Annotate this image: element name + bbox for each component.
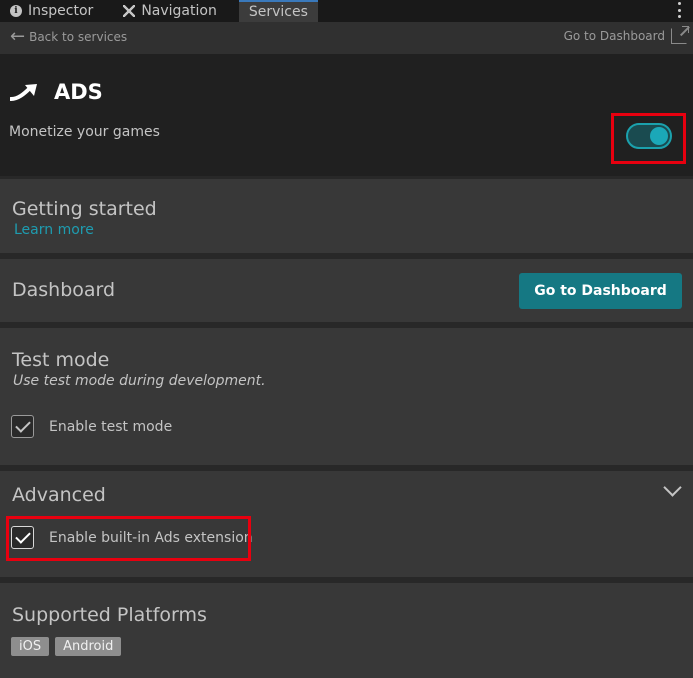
tab-inspector-label: Inspector <box>28 3 94 19</box>
service-topbar: ← Back to services Go to Dashboard <box>0 22 693 54</box>
navigation-icon <box>123 5 136 17</box>
supported-platforms-section: Supported Platforms iOS Android <box>0 583 693 678</box>
tab-navigation-label: Navigation <box>141 3 217 19</box>
service-header: ADS Monetize your games <box>0 54 693 176</box>
tab-services[interactable]: Services <box>238 0 318 22</box>
tab-navigation[interactable]: Navigation <box>113 0 227 22</box>
enable-test-mode-label: Enable test mode <box>49 418 173 435</box>
arrow-left-icon: ← <box>10 26 26 47</box>
getting-started-title: Getting started <box>12 198 157 220</box>
enable-test-mode-row[interactable]: Enable test mode <box>11 415 172 438</box>
learn-more-link[interactable]: Learn more <box>14 222 94 238</box>
go-to-dashboard-button[interactable]: Go to Dashboard <box>519 273 682 309</box>
test-mode-subtitle: Use test mode during development. <box>13 373 266 389</box>
chevron-down-icon[interactable] <box>663 478 682 497</box>
info-icon: i <box>10 5 22 17</box>
go-to-dashboard-link-label: Go to Dashboard <box>563 29 665 43</box>
dashboard-section: Dashboard Go to Dashboard <box>0 259 693 322</box>
tab-inspector[interactable]: i Inspector <box>0 0 103 22</box>
service-subtitle: Monetize your games <box>9 124 160 140</box>
back-to-services-link[interactable]: ← Back to services <box>10 28 127 46</box>
enable-test-mode-checkbox[interactable] <box>11 415 34 438</box>
toggle-highlight-box <box>611 113 686 164</box>
platform-badges: iOS Android <box>11 637 123 656</box>
platform-badge-ios: iOS <box>11 637 50 656</box>
platform-badge-android: Android <box>55 637 122 656</box>
back-label: Back to services <box>29 30 128 44</box>
more-options-icon[interactable] <box>677 2 681 18</box>
dashboard-title: Dashboard <box>12 279 116 301</box>
advanced-title: Advanced <box>12 484 106 506</box>
ads-logo-icon <box>10 84 37 101</box>
go-to-dashboard-link[interactable]: Go to Dashboard <box>563 26 689 44</box>
supported-platforms-title: Supported Platforms <box>12 604 207 626</box>
ads-extension-highlight-box <box>6 516 251 561</box>
test-mode-section: Test mode Use test mode during developme… <box>0 328 693 465</box>
test-mode-title: Test mode <box>12 349 110 371</box>
editor-tab-bar: i Inspector Navigation Services <box>0 0 693 22</box>
tab-services-label: Services <box>248 4 308 20</box>
service-name: ADS <box>54 80 103 104</box>
external-link-icon <box>671 26 689 44</box>
service-title: ADS <box>10 80 103 104</box>
getting-started-section: Getting started Learn more <box>0 179 693 253</box>
